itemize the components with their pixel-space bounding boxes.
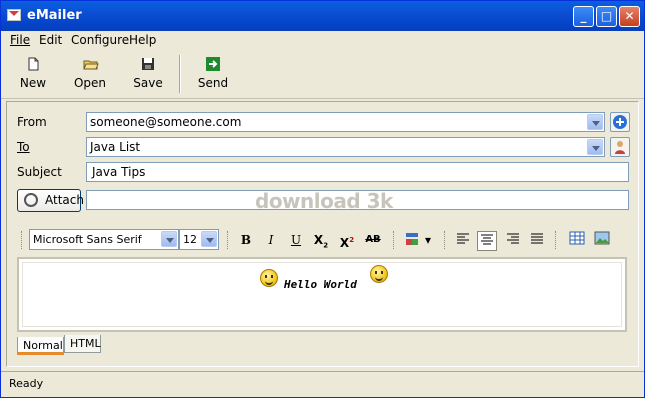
maximize-button[interactable]: □ [596,6,617,27]
to-combo[interactable]: Java List [86,137,605,157]
to-value: Java List [90,140,141,154]
underline-button[interactable]: U [286,231,306,251]
from-combo[interactable]: someone@someone.com [86,112,605,132]
window-title: eMailer [27,8,82,23]
superscript-button[interactable]: X2 [337,231,357,251]
chevron-down-icon[interactable] [587,114,603,130]
justify-icon [530,233,544,247]
align-left-button[interactable] [453,231,473,251]
address-book-icon [611,141,629,159]
to-label: To [17,140,30,154]
send-label: Send [197,76,229,90]
menu-configure[interactable]: Configure [71,33,129,47]
address-book-button[interactable] [610,137,630,157]
image-icon [594,231,610,248]
font-size-select[interactable]: 12 [179,229,219,250]
subscript-mark: 2 [323,241,329,250]
text-color-dropdown[interactable]: ▾ [422,231,434,251]
superscript-mark: 2 [349,236,355,244]
save-label: Save [133,76,163,90]
chevron-down-icon[interactable] [201,231,217,247]
add-contact-button[interactable] [610,112,630,132]
save-disk-icon [141,57,155,71]
chevron-down-icon[interactable] [161,231,177,247]
open-label: Open [73,76,107,90]
save-button[interactable]: Save [126,55,170,95]
toolbar-separator [179,55,181,93]
close-button[interactable]: ✕ [619,6,640,27]
from-label: From [17,115,47,129]
bold-button[interactable]: B [236,231,256,251]
envelope-icon [7,9,21,21]
new-label: New [19,76,47,90]
text-color-button[interactable] [402,231,422,251]
close-icon: ✕ [624,9,635,23]
superscript-x: X [339,236,350,250]
subject-value: Java Tips [92,165,146,179]
open-button[interactable]: Open [68,55,112,95]
font-family-value: Microsoft Sans Serif [33,233,142,246]
subscript-x: X [313,233,324,247]
toolbar-grip[interactable] [227,231,230,249]
menu-bar: File Edit Configure Help [1,31,644,49]
subscript-button[interactable]: X2 [311,231,331,251]
italic-button[interactable]: I [261,231,281,251]
watermark: download 3k [255,189,393,213]
smiley-icon [260,269,278,287]
smiley-icon [370,265,388,283]
main-toolbar: New Open Save Send [1,49,644,99]
toolbar-grip[interactable] [21,231,24,249]
send-arrow-icon [206,57,220,71]
tab-html[interactable]: HTML [64,335,101,353]
open-folder-icon [83,57,99,71]
align-center-icon [480,234,494,248]
status-bar: Ready [1,371,644,397]
toolbar-grip[interactable] [555,231,558,249]
status-text: Ready [9,377,44,390]
maximize-icon: □ [600,9,613,23]
editor-inner [22,262,622,327]
chevron-down-icon[interactable] [587,139,603,155]
send-button[interactable]: Send [191,55,235,95]
align-center-button[interactable] [477,231,497,251]
table-icon [569,231,585,248]
font-family-select[interactable]: Microsoft Sans Serif [29,229,179,250]
plus-icon [611,115,629,134]
tab-normal[interactable]: Normal [17,337,64,355]
message-editor[interactable] [17,257,627,332]
new-document-icon [26,57,40,71]
new-button[interactable]: New [11,55,55,95]
subject-label: Subject [17,165,62,179]
insert-image-button[interactable] [592,231,612,251]
paperclip-icon [24,193,38,207]
menu-file[interactable]: File [10,33,30,47]
font-size-value: 12 [183,233,197,246]
align-left-icon [456,233,470,247]
subject-input[interactable]: Java Tips [86,162,629,182]
attach-label: Attach [45,193,84,207]
format-toolbar: Microsoft Sans Serif 12 B I U X2 X2 AB ▾ [17,227,629,253]
minimize-icon: _ [580,9,587,23]
chevron-down-icon: ▾ [424,233,432,247]
align-right-icon [506,233,520,247]
editor-content: Hello World [284,278,357,291]
insert-table-button[interactable] [567,231,587,251]
strikethrough-button[interactable]: AB [361,231,385,251]
menu-help[interactable]: Help [129,33,156,47]
attach-button[interactable]: Attach [17,189,84,212]
color-palette-icon [404,233,420,250]
toolbar-grip[interactable] [393,231,396,249]
title-bar[interactable]: eMailer _ □ ✕ [1,1,644,31]
menu-edit[interactable]: Edit [39,33,62,47]
justify-button[interactable] [527,231,547,251]
app-window: eMailer _ □ ✕ File Edit Configure Help N… [0,0,645,398]
from-value: someone@someone.com [90,115,242,129]
minimize-button[interactable]: _ [573,6,594,27]
toolbar-grip[interactable] [444,231,447,249]
align-right-button[interactable] [503,231,523,251]
